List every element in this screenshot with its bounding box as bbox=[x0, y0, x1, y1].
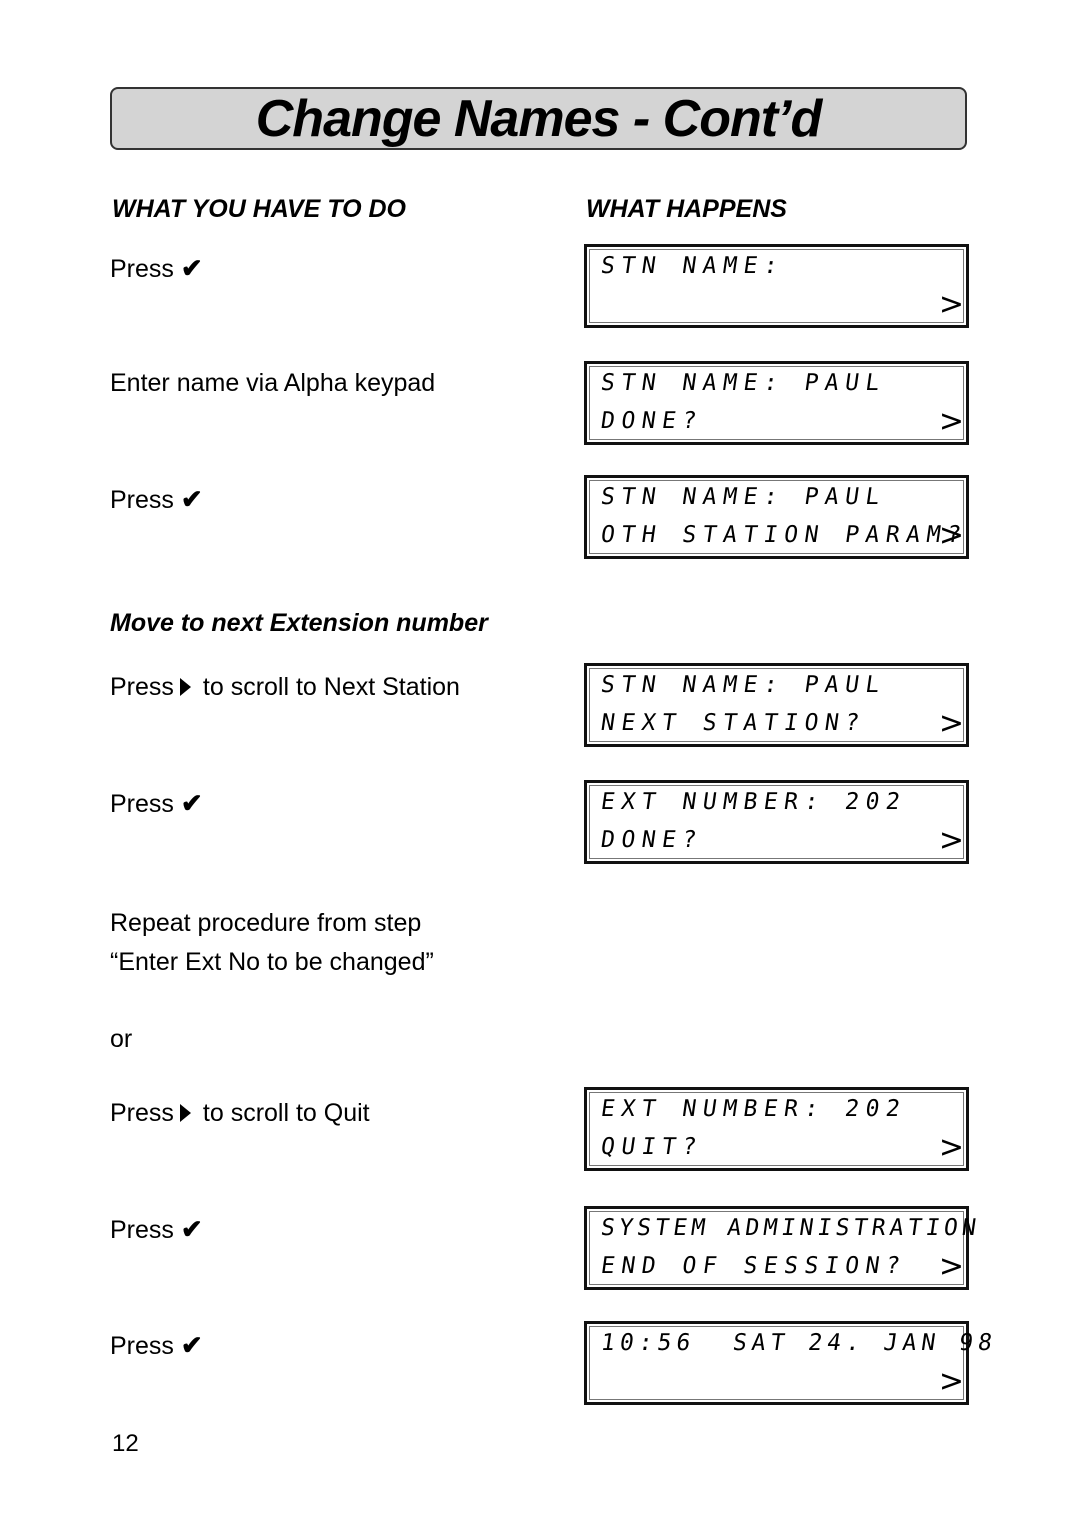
step-text: Press bbox=[110, 1332, 174, 1360]
section-subheading: Move to next Extension number bbox=[110, 609, 488, 637]
step-press-check: Press ✔ bbox=[110, 249, 203, 289]
lcd-line-1: 10:56 SAT 24. JAN 98 bbox=[599, 1330, 999, 1356]
lcd-display: EXT NUMBER: 202 QUIT? > bbox=[584, 1087, 969, 1171]
lcd-line-2: QUIT? bbox=[599, 1134, 705, 1160]
lcd-display: EXT NUMBER: 202 DONE? > bbox=[584, 780, 969, 864]
step-text: Press bbox=[110, 255, 174, 283]
step-repeat-procedure: Repeat procedure from step “Enter Ext No… bbox=[110, 904, 434, 982]
lcd-line-1: STN NAME: PAUL bbox=[599, 672, 888, 698]
page-number: 12 bbox=[112, 1430, 139, 1457]
step-text: “Enter Ext No to be changed” bbox=[110, 948, 434, 976]
step-press-check: Press ✔ bbox=[110, 1326, 203, 1366]
scroll-indicator-icon: > bbox=[938, 1130, 964, 1165]
step-text: Repeat procedure from step bbox=[110, 909, 422, 937]
scroll-indicator-icon: > bbox=[938, 518, 964, 553]
step-press-check: Press ✔ bbox=[110, 480, 203, 520]
scroll-indicator-icon: > bbox=[938, 706, 964, 741]
lcd-line-1: EXT NUMBER: 202 bbox=[599, 1096, 909, 1122]
lcd-display: SYSTEM ADMINISTRATION END OF SESSION? > bbox=[584, 1206, 982, 1290]
lcd-line-2: END OF SESSION? bbox=[599, 1253, 909, 1279]
step-text: Press bbox=[110, 790, 174, 818]
lcd-display: STN NAME: PAUL NEXT STATION? > bbox=[584, 663, 969, 747]
scroll-indicator-icon: > bbox=[938, 1249, 964, 1284]
lcd-display: STN NAME: > bbox=[584, 244, 969, 328]
step-scroll-next-station: Press to scroll to Next Station bbox=[110, 668, 460, 707]
right-arrow-key-icon bbox=[179, 678, 191, 696]
lcd-line-2: DONE? bbox=[599, 827, 705, 853]
step-scroll-quit: Press to scroll to Quit bbox=[110, 1094, 370, 1133]
step-enter-name: Enter name via Alpha keypad bbox=[110, 369, 436, 397]
check-icon: ✔ bbox=[180, 1214, 203, 1244]
page-title: Change Names - Cont’d bbox=[255, 90, 822, 148]
lcd-line-1: STN NAME: bbox=[599, 253, 786, 279]
check-icon: ✔ bbox=[180, 1330, 203, 1360]
right-column-heading: WHAT HAPPENS bbox=[586, 195, 787, 223]
step-text: Press bbox=[110, 1216, 174, 1244]
lcd-line-2: NEXT STATION? bbox=[599, 710, 868, 736]
lcd-line-1: SYSTEM ADMINISTRATION bbox=[599, 1215, 982, 1241]
lcd-line-1: STN NAME: PAUL bbox=[599, 370, 888, 396]
step-text: to scroll to Quit bbox=[202, 1099, 370, 1127]
step-press-check: Press ✔ bbox=[110, 784, 203, 824]
scroll-indicator-icon: > bbox=[938, 1364, 964, 1399]
check-icon: ✔ bbox=[180, 253, 203, 283]
lcd-display: STN NAME: PAUL DONE? > bbox=[584, 361, 969, 445]
lcd-display: 10:56 SAT 24. JAN 98 > bbox=[584, 1321, 999, 1405]
scroll-indicator-icon: > bbox=[938, 404, 964, 439]
page-title-banner: Change Names - Cont’d bbox=[110, 87, 967, 150]
check-icon: ✔ bbox=[180, 788, 203, 818]
step-press-check: Press ✔ bbox=[110, 1210, 203, 1250]
lcd-line-2: DONE? bbox=[599, 408, 705, 434]
lcd-line-1: EXT NUMBER: 202 bbox=[599, 789, 909, 815]
scroll-indicator-icon: > bbox=[938, 287, 964, 322]
check-icon: ✔ bbox=[180, 484, 203, 514]
step-text: to scroll to Next Station bbox=[202, 673, 460, 701]
lcd-line-1: STN NAME: PAUL bbox=[599, 484, 888, 510]
lcd-line-2: OTH STATION PARAM? bbox=[599, 522, 970, 548]
lcd-display: STN NAME: PAUL OTH STATION PARAM? > bbox=[584, 475, 969, 559]
right-arrow-key-icon bbox=[179, 1104, 191, 1122]
scroll-indicator-icon: > bbox=[938, 823, 964, 858]
left-column-heading: WHAT YOU HAVE TO DO bbox=[112, 195, 406, 223]
step-text: Press bbox=[110, 1099, 174, 1127]
step-text: Press bbox=[110, 486, 174, 514]
step-text: Press bbox=[110, 673, 174, 701]
step-or: or bbox=[110, 1025, 133, 1053]
